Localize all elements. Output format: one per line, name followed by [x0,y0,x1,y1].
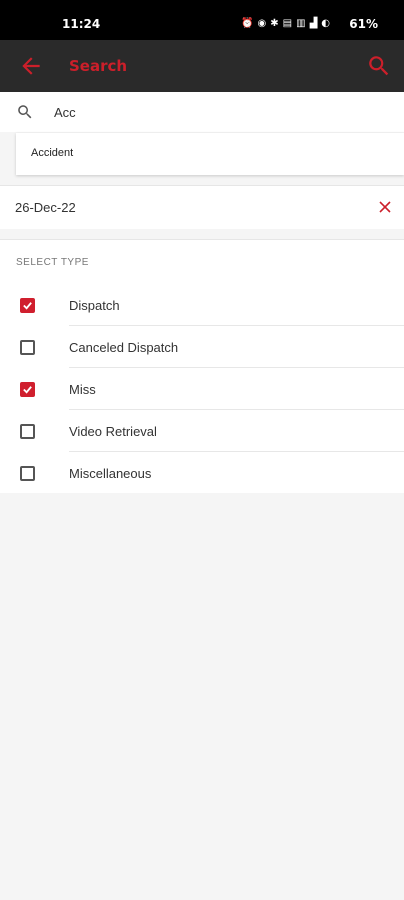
type-item-label: Video Retrieval [69,424,157,439]
date-value: 26-Dec-22 [15,200,76,215]
type-filter-section: SELECT TYPE Dispatch Canceled Dispatch M… [0,239,404,493]
suggestion-item[interactable]: Accident [31,147,73,159]
type-item-dispatch[interactable]: Dispatch [0,284,404,326]
type-item-canceled-dispatch[interactable]: Canceled Dispatch [0,326,404,368]
checkbox[interactable] [20,466,35,481]
search-icon [18,105,32,119]
arrow-left-icon [22,57,40,75]
status-bar: 11:24 61% ⏰ ◉ ✱ ▤ ▥ ▟ ◐ [0,0,404,40]
search-icon [369,56,389,76]
search-button[interactable] [366,53,392,79]
section-label: SELECT TYPE [16,257,89,268]
page-title: Search [69,57,128,75]
suggestion-list: Accident [16,133,404,175]
type-item-label: Dispatch [69,298,120,313]
search-input[interactable] [54,98,384,126]
app-bar: Search [0,40,404,92]
checkbox[interactable] [20,298,35,313]
checkmark-icon [23,302,32,310]
type-item-miss[interactable]: Miss [0,368,404,410]
search-bar [0,92,404,132]
checkmark-icon [23,386,32,394]
type-item-miscellaneous[interactable]: Miscellaneous [0,452,404,494]
bluetooth-icon: ✱ [270,18,279,29]
signal-icon: ▟ [309,18,318,29]
alarm-icon: ⏰ [241,18,254,29]
wifi-icon: ▥ [296,18,306,29]
type-item-label: Canceled Dispatch [69,340,179,355]
clear-date-button[interactable] [378,200,392,214]
sync-icon: ◉ [257,18,267,29]
back-button[interactable] [18,53,44,79]
close-icon [379,201,391,213]
type-item-label: Miscellaneous [69,466,152,481]
volte-icon: ▤ [282,18,293,29]
battery-level: 61% [349,17,378,31]
signal-icon: ◐ [321,18,330,29]
checkbox[interactable] [20,340,35,355]
type-item-label: Miss [69,382,96,397]
checkbox[interactable] [20,424,35,439]
checkbox[interactable] [20,382,35,397]
type-item-video-retrieval[interactable]: Video Retrieval [0,410,404,452]
date-filter[interactable]: 26-Dec-22 [0,185,404,229]
status-time: 11:24 [62,17,101,31]
status-icons: ⏰ ◉ ✱ ▤ ▥ ▟ ◐ [241,18,330,29]
